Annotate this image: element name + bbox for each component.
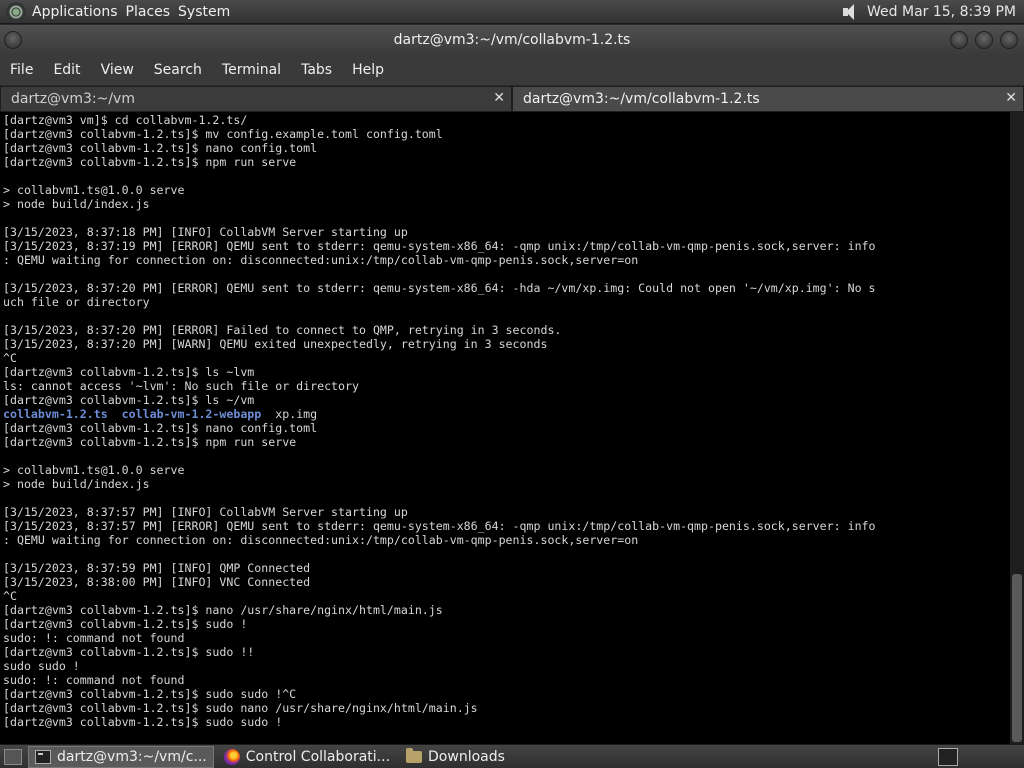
panel-tray: Wed Mar 15, 8:39 PM — [841, 3, 1024, 21]
taskbar-label: Control Collaborati... — [245, 748, 391, 765]
tab-vm[interactable]: dartz@vm3:~/vm ✕ — [0, 86, 512, 112]
terminal-line: [3/15/2023, 8:37:18 PM] [INFO] CollabVM … — [3, 225, 408, 239]
terminal-line: [3/15/2023, 8:37:20 PM] [ERROR] Failed t… — [3, 323, 562, 337]
terminal-line: sudo sudo ! — [3, 659, 80, 673]
terminal-line: [3/15/2023, 8:37:19 PM] [ERROR] QEMU sen… — [3, 239, 876, 253]
volume-icon[interactable] — [841, 3, 861, 21]
terminal-line: > node build/index.js — [3, 477, 150, 491]
terminal-line: [dartz@vm3 collabvm-1.2.ts]$ npm run ser… — [3, 155, 297, 169]
tray-terminal-icon[interactable] — [938, 747, 958, 766]
folder-icon — [406, 747, 423, 763]
terminal-lines: [dartz@vm3 vm]$ cd collabvm-1.2.ts/[dart… — [3, 113, 1007, 407]
firefox-icon — [223, 748, 240, 765]
menu-help[interactable]: Help — [342, 62, 394, 78]
window-title: dartz@vm3:~/vm/collabvm-1.2.ts — [393, 32, 631, 48]
terminal-line: [3/15/2023, 8:37:57 PM] [INFO] CollabVM … — [3, 505, 408, 519]
minimize-button[interactable] — [950, 31, 968, 49]
menu-bar: File Edit View Search Terminal Tabs Help — [0, 55, 1024, 85]
terminal-icon — [35, 749, 51, 764]
terminal-line: [dartz@vm3 collabvm-1.2.ts]$ nano config… — [3, 141, 318, 155]
bottom-panel: dartz@vm3:~/vm/c... Control Collaborati.… — [0, 744, 1024, 768]
terminal-line: : QEMU waiting for connection on: discon… — [3, 533, 639, 547]
scrollbar-thumb[interactable] — [1012, 574, 1022, 742]
terminal-line: [dartz@vm3 collabvm-1.2.ts]$ sudo sudo !… — [3, 687, 297, 701]
terminal-line: [3/15/2023, 8:37:57 PM] [ERROR] QEMU sen… — [3, 519, 876, 533]
terminal-line-ls-output: collabvm-1.2.ts collab-vm-1.2-webapp xp.… — [3, 407, 1007, 421]
file-entry: xp.img — [275, 407, 318, 421]
tab-collabvm[interactable]: dartz@vm3:~/vm/collabvm-1.2.ts ✕ — [512, 86, 1024, 112]
terminal-line: > collabvm1.ts@1.0.0 serve — [3, 463, 185, 477]
tab-label: dartz@vm3:~/vm — [11, 91, 135, 107]
tab-close-icon[interactable]: ✕ — [1005, 90, 1017, 106]
distro-logo-icon[interactable] — [6, 1, 26, 22]
terminal-line: [dartz@vm3 collabvm-1.2.ts]$ sudo ! — [3, 617, 248, 631]
terminal-line: [dartz@vm3 collabvm-1.2.ts]$ ls ~lvm — [3, 365, 255, 379]
window-menu-icon[interactable] — [4, 31, 22, 49]
places-menu[interactable]: Places — [126, 4, 179, 20]
tab-close-icon[interactable]: ✕ — [493, 90, 505, 106]
terminal-output[interactable]: [dartz@vm3 vm]$ cd collabvm-1.2.ts/[dart… — [0, 112, 1010, 744]
menu-terminal[interactable]: Terminal — [212, 62, 291, 78]
taskbar-label: Downloads — [428, 748, 505, 765]
terminal-line: ^C — [3, 589, 17, 603]
terminal-line: [dartz@vm3 collabvm-1.2.ts]$ ls ~/vm — [3, 393, 255, 407]
terminal-line: ^C — [3, 351, 17, 365]
terminal-line: : QEMU waiting for connection on: discon… — [3, 253, 639, 267]
terminal-line: [dartz@vm3 collabvm-1.2.ts]$ npm run ser… — [3, 435, 297, 449]
terminal-line: [3/15/2023, 8:37:59 PM] [INFO] QMP Conne… — [3, 561, 311, 575]
terminal-line: [dartz@vm3 collabvm-1.2.ts]$ sudo nano /… — [3, 701, 478, 715]
menu-edit[interactable]: Edit — [43, 62, 90, 78]
terminal-scrollbar[interactable] — [1010, 112, 1024, 744]
taskbar-label: dartz@vm3:~/vm/c... — [57, 748, 207, 765]
system-menu[interactable]: System — [178, 4, 238, 20]
terminal-lines: [dartz@vm3 collabvm-1.2.ts]$ nano config… — [3, 421, 1007, 729]
taskbar-item-firefox[interactable]: Control Collaborati... — [218, 746, 396, 768]
clock[interactable]: Wed Mar 15, 8:39 PM — [867, 4, 1016, 20]
terminal-line: [dartz@vm3 vm]$ cd collabvm-1.2.ts/ — [3, 113, 248, 127]
taskbar-item-terminal[interactable]: dartz@vm3:~/vm/c... — [28, 745, 214, 768]
dir-entry: collab-vm-1.2-webapp — [121, 407, 262, 421]
terminal-line: ls: cannot access '~lvm': No such file o… — [3, 379, 359, 393]
applications-menu[interactable]: Applications — [32, 4, 126, 20]
terminal-line: > collabvm1.ts@1.0.0 serve — [3, 183, 185, 197]
terminal-line: [3/15/2023, 8:38:00 PM] [INFO] VNC Conne… — [3, 575, 311, 589]
terminal-line: uch file or directory — [3, 295, 150, 309]
top-panel: Applications Places System Wed Mar 15, 8… — [0, 0, 1024, 24]
menu-tabs[interactable]: Tabs — [291, 62, 342, 78]
tab-strip: dartz@vm3:~/vm ✕ dartz@vm3:~/vm/collabvm… — [0, 86, 1024, 112]
terminal-line: [3/15/2023, 8:37:20 PM] [WARN] QEMU exit… — [3, 337, 548, 351]
terminal-line: [dartz@vm3 collabvm-1.2.ts]$ mv config.e… — [3, 127, 443, 141]
terminal-line: [dartz@vm3 collabvm-1.2.ts]$ nano /usr/s… — [3, 603, 443, 617]
window-title-bar[interactable]: dartz@vm3:~/vm/collabvm-1.2.ts — [0, 25, 1024, 55]
taskbar-item-downloads[interactable]: Downloads — [400, 746, 511, 768]
dir-entry: collabvm-1.2.ts — [3, 407, 108, 421]
close-button[interactable] — [1000, 31, 1018, 49]
terminal-line: [dartz@vm3 collabvm-1.2.ts]$ nano config… — [3, 421, 318, 435]
menu-view[interactable]: View — [91, 62, 144, 78]
menu-file[interactable]: File — [0, 62, 43, 78]
terminal-line: > node build/index.js — [3, 197, 150, 211]
tab-label: dartz@vm3:~/vm/collabvm-1.2.ts — [523, 91, 760, 107]
show-desktop-icon[interactable] — [4, 748, 22, 765]
terminal-line: [dartz@vm3 collabvm-1.2.ts]$ sudo !! — [3, 645, 255, 659]
terminal-line: sudo: !: command not found — [3, 673, 185, 687]
maximize-button[interactable] — [975, 31, 993, 49]
terminal-line: sudo: !: command not found — [3, 631, 185, 645]
terminal-line: [3/15/2023, 8:37:20 PM] [ERROR] QEMU sen… — [3, 281, 876, 295]
terminal-line: [dartz@vm3 collabvm-1.2.ts]$ sudo sudo ! — [3, 715, 283, 729]
menu-search[interactable]: Search — [144, 62, 212, 78]
